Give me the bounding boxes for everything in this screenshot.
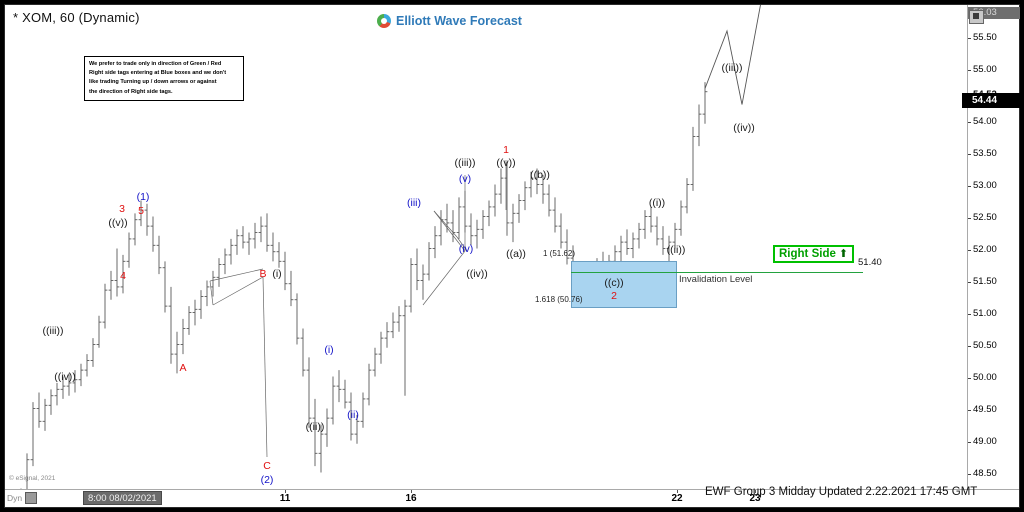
wave-label: (iii) (407, 197, 421, 209)
invalidation-label: Invalidation Level (679, 274, 753, 285)
wave-label: (1) (136, 191, 150, 203)
wave-label: 1 (503, 144, 509, 156)
ewf-logo: Elliott Wave Forecast (377, 14, 522, 28)
wave-label: 2 (611, 290, 617, 302)
wave-label: ((v)) (108, 217, 128, 229)
wave-label: B (259, 268, 267, 280)
wave-label: 5 (138, 205, 144, 217)
ewf-circle-logo-icon (377, 14, 391, 28)
price-tick: 53.00 (968, 180, 1020, 192)
blue-correction-box[interactable] (571, 261, 677, 308)
wave-label: 3 (119, 203, 125, 215)
wave-label: ((iv)) (733, 122, 755, 134)
wave-label: ((i)) (648, 197, 666, 209)
wave-label: ((iv)) (54, 371, 76, 383)
ewf-logo-text: Elliott Wave Forecast (396, 14, 522, 28)
price-tick: 50.00 (968, 372, 1020, 384)
price-tick: 53.50 (968, 148, 1020, 160)
page-title: * XOM, 60 (Dynamic) (13, 10, 140, 25)
wave-label: (i) (272, 268, 282, 280)
time-tick-label: 22 (671, 493, 683, 504)
last-price-marker: 54.44 (962, 93, 1020, 108)
price-tick: 52.50 (968, 212, 1020, 224)
price-axis[interactable]: 56.03 54.52 54.44 55.5055.0054.0053.5053… (962, 5, 1020, 489)
wave-label: C (263, 460, 271, 472)
dynamic-mode-indicator[interactable]: Dyn (7, 491, 38, 505)
fib-upper-label: 1 (51.62) (543, 249, 576, 258)
arrow-up-icon: ⬆ (838, 247, 849, 260)
right-side-price: 51.40 (858, 257, 882, 268)
wave-label: (ii) (347, 409, 359, 421)
strategy-note-line: the direction of Right side tags. (89, 88, 173, 95)
wave-label: (v) (458, 173, 472, 185)
copyright-text: © eSignal, 2021 (9, 475, 56, 482)
wave-label: ((v)) (496, 157, 516, 169)
dyn-square-icon[interactable] (25, 492, 38, 504)
fib-lower-label: 1.618 (50.76) (535, 295, 583, 304)
wave-label: ((b)) (530, 169, 550, 181)
wave-label: ((iii)) (42, 325, 64, 337)
wave-label: ((iii)) (721, 62, 743, 74)
price-tick: 55.50 (968, 32, 1020, 44)
price-tick: 51.00 (968, 308, 1020, 320)
right-side-tag[interactable]: Right Side ⬆ (773, 245, 855, 263)
strategy-note-line: Right side tags entering at Blue boxes a… (89, 70, 227, 77)
wave-label: ((iv)) (466, 268, 488, 280)
invalidation-line (571, 272, 863, 273)
wave-label: ((a)) (506, 248, 526, 260)
wave-label: 4 (120, 270, 126, 282)
time-tick-mark (411, 490, 412, 493)
wave-label: ((iii)) (454, 157, 476, 169)
price-tick: 50.50 (968, 340, 1020, 352)
date-cursor-box: 8:00 08/02/2021 (83, 491, 162, 505)
wave-label: ((c)) (604, 277, 624, 289)
wave-label: ((ii)) (305, 421, 325, 433)
price-tick: 54.00 (968, 116, 1020, 128)
chart-plot-area[interactable]: 1 (51.62) 1.618 (50.76) Invalidation Lev… (5, 5, 967, 489)
price-tick: 55.00 (968, 64, 1020, 76)
time-tick-mark (285, 490, 286, 493)
price-tick: 49.50 (968, 404, 1020, 416)
chart-frame: 1 (51.62) 1.618 (50.76) Invalidation Lev… (4, 4, 1020, 508)
strategy-note-line: like trading Turning up / down arrows or… (89, 79, 217, 86)
chart-window: 1 (51.62) 1.618 (50.76) Invalidation Lev… (0, 0, 1024, 512)
price-tick: 52.00 (968, 244, 1020, 256)
price-tick: 48.50 (968, 468, 1020, 480)
price-tick: 49.00 (968, 436, 1020, 448)
price-tick: 51.50 (968, 276, 1020, 288)
wave-label: ((ii)) (666, 244, 686, 256)
wave-label: A (179, 362, 187, 374)
time-tick-mark (677, 490, 678, 493)
restore-icon[interactable] (969, 10, 984, 24)
time-tick-label: 11 (279, 493, 291, 504)
strategy-note-box: We prefer to trade only in direction of … (84, 56, 244, 101)
wave-label: (2) (260, 474, 274, 486)
update-stamp: EWF Group 3 Midday Updated 2.22.2021 17:… (705, 486, 978, 498)
wave-label: (iv) (458, 243, 474, 255)
strategy-note-line: We prefer to trade only in direction of … (89, 61, 222, 67)
time-tick-label: 16 (405, 493, 417, 504)
wave-label: (i) (324, 344, 334, 356)
right-side-tag-label: Right Side (779, 248, 836, 260)
dyn-label: Dyn (7, 493, 23, 503)
